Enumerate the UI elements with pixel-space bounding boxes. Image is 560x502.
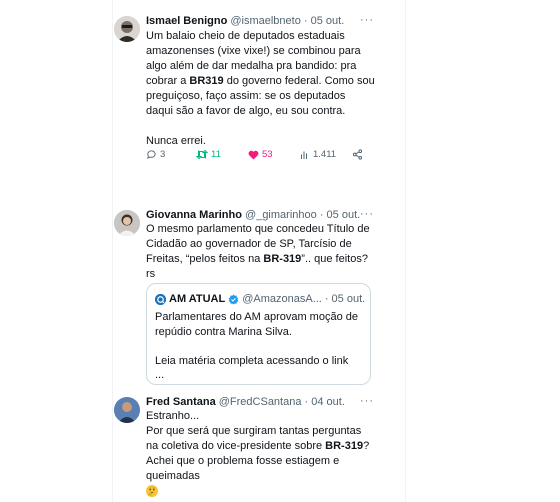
tweet-header: Ismael Benigno @ismaelbneto · 05 out. [146,14,344,28]
avatar-photo-icon [114,397,140,423]
tweet-line: O mesmo parlamento que concedeu Título d… [146,223,370,235]
timeline-left-border [112,0,113,502]
quote-avatar[interactable] [155,293,166,305]
tweet-line: Um balaio cheio de deputados estaduais [146,30,345,42]
author-handle[interactable]: @ismaelbneto [230,15,300,27]
quote-timestamp[interactable]: 05 out. [332,292,366,306]
view-count: 1.411 [313,149,337,160]
avatar-photo-icon [114,210,140,236]
separator: · [303,15,308,27]
share-icon [352,149,363,160]
timestamp[interactable]: 05 out. [311,15,345,27]
am-atual-logo-icon [155,293,166,305]
share-button[interactable] [352,149,363,160]
author-handle[interactable]: @FredCSantana [219,396,302,408]
quote-header: AM ATUAL @AmazonasA... · 05 out. [155,292,365,306]
thinking-face-icon [146,485,158,497]
text-span: cobrar a [146,75,190,87]
like-button[interactable]: 53 [248,149,273,160]
text-span: ? [363,440,370,452]
author-name[interactable]: Fred Santana [146,396,216,408]
quote-line: Leia matéria completa acessando o link [155,354,349,367]
timestamp[interactable]: 05 out. [327,209,361,221]
hashtag-bold: BR-319 [263,253,302,265]
like-count: 53 [262,149,273,160]
reply-icon [147,150,156,160]
separator: · [319,209,324,221]
author-name[interactable]: Giovanna Marinho [146,209,242,221]
tweet-line: na coletiva do vice-presidente sobre BR-… [146,439,386,454]
tweet-actions: 3 11 53 1.411 [146,149,366,165]
quote-author-handle[interactable]: @AmazonasA... [242,292,322,306]
heart-icon [248,150,259,160]
tweet-line: Achei que o problema fosse estiagem e [146,455,340,467]
tweet-line: cobrar a BR319 do governo federal. Como … [146,74,376,89]
tweet-line: daqui são a favor de algo, eu sou contra… [146,105,346,117]
quote-line: ... [155,369,165,381]
tweet-line: Por que será que surgiram tantas pergunt… [146,425,362,437]
separator: · [324,293,329,305]
tweet-line: Cidadão ao governador de SP, Tarcísio de [146,238,352,250]
hashtag-bold: BR-319 [325,440,364,452]
reply-count: 3 [160,149,166,160]
tweet-header: Giovanna Marinho @_gimarinhoo · 05 out. [146,208,360,222]
tweet-line: Nunca errei. [146,135,206,147]
verified-badge-icon [228,294,239,304]
tweet-line: algo além de dar medalha pra bandido: pr… [146,60,357,72]
text-span: ”.. que feitos? [301,253,368,265]
retweet-icon [196,149,208,160]
text-span: Freitas, “pelos feitos na [146,253,264,265]
tweet-text: Um balaio cheio de deputados estaduais a… [146,29,376,149]
author-name[interactable]: Ismael Benigno [146,15,227,27]
separator: · [304,396,309,408]
quote-text: Parlamentares do AM aprovam moção de rep… [155,310,365,383]
tweet-line: queimadas [146,470,200,482]
more-options-icon[interactable]: ··· [360,14,374,26]
tweet-line: amazonenses (vixe vixe!) se combinou par… [146,45,361,57]
avatar[interactable] [114,210,140,236]
thinking-face-icon [146,485,158,498]
more-options-icon[interactable]: ··· [360,208,374,220]
hashtag-bold: BR319 [189,75,224,87]
tweet-line [146,484,386,499]
quoted-tweet-card[interactable]: AM ATUAL @AmazonasA... · 05 out. Parlame… [146,283,371,385]
bar-chart-icon [301,151,307,159]
quote-author-name[interactable]: AM ATUAL [169,292,225,306]
text-span: na coletiva do vice-presidente sobre [146,440,326,452]
more-options-icon[interactable]: ··· [360,395,374,407]
text-span: do governo federal. Como sou [223,75,375,87]
avatar[interactable] [114,397,140,423]
tweet-text: Estranho... Por que será que surgiram ta… [146,409,386,499]
avatar[interactable] [114,16,140,42]
tweet-line: Freitas, “pelos feitos na BR-319”.. que … [146,252,378,267]
tweet-header: Fred Santana @FredCSantana · 04 out. [146,395,345,409]
quote-line: Parlamentares do AM aprovam moção de [155,311,358,323]
tweet-line: rs [146,268,156,280]
avatar-photo-icon [114,16,140,42]
timeline-right-border [405,0,406,502]
retweet-button[interactable]: 11 [196,149,221,160]
quote-line: repúdio contra Marina Silva. [155,325,292,338]
reply-button[interactable]: 3 [146,149,165,160]
author-handle[interactable]: @_gimarinhoo [245,209,317,221]
tweet-line: preguiçoso, faço assim: se os deputados [146,90,346,102]
tweet-line: Estranho... [146,410,200,422]
tweet-text: O mesmo parlamento que concedeu Título d… [146,222,378,282]
views-button[interactable]: 1.411 [300,149,336,160]
retweet-count: 11 [211,149,221,160]
timestamp[interactable]: 04 out. [311,396,345,408]
